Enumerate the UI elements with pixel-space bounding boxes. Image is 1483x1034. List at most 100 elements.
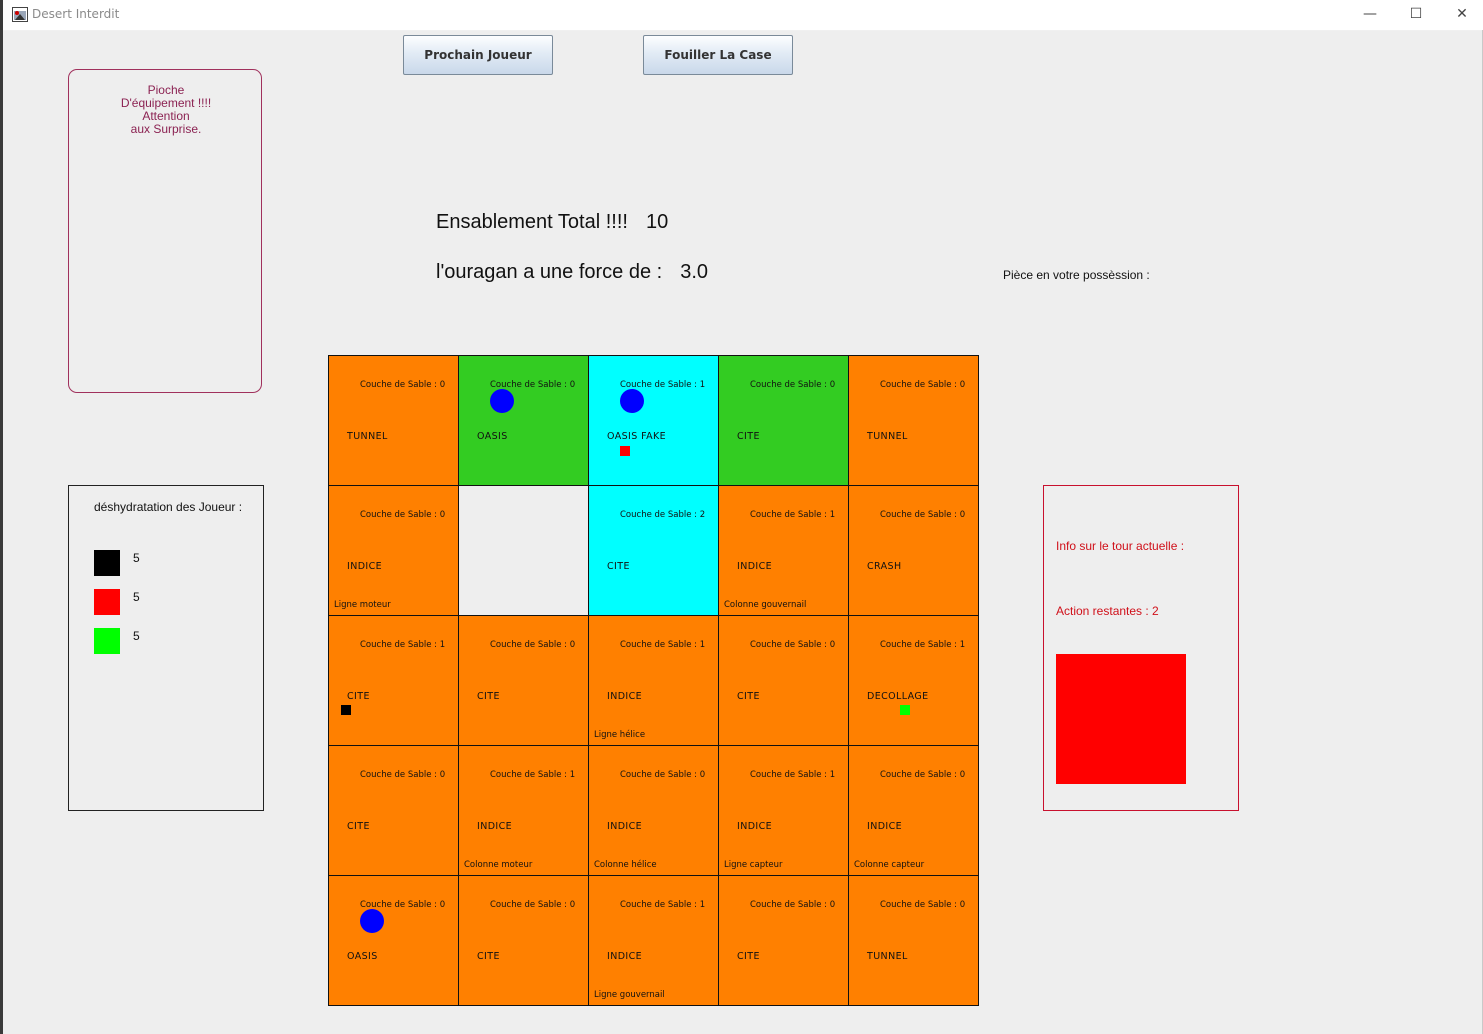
player-color-swatch: [94, 589, 120, 615]
board-tile[interactable]: Couche de Sable : 0 INDICE Colonne hélice: [589, 746, 719, 876]
total-sand-status: Ensablement Total !!!! 10: [436, 211, 668, 234]
board-tile[interactable]: Couche de Sable : 1 OASIS FAKE: [589, 356, 719, 486]
tile-type: INDICE: [867, 821, 903, 832]
tile-type: TUNNEL: [867, 431, 908, 442]
dehydration-panel: déshydratation des Joueur : 5 5 5: [68, 485, 264, 811]
board-tile[interactable]: Couche de Sable : 1 CITE: [329, 616, 459, 746]
tile-type: CITE: [737, 951, 760, 962]
board-tile[interactable]: Couche de Sable : 0 CITE: [329, 746, 459, 876]
tile-type: CITE: [477, 951, 500, 962]
tile-type: TUNNEL: [867, 951, 908, 962]
board-tile[interactable]: Couche de Sable : 1 INDICE Colonne gouvern…: [719, 486, 849, 616]
tile-sand-layers: Couche de Sable : 1: [880, 640, 966, 650]
board-tile[interactable]: Couche de Sable : 2 CITE: [589, 486, 719, 616]
tile-sand-layers: Couche de Sable : 0: [360, 380, 446, 390]
tile-sand-layers: Couche de Sable : 0: [620, 770, 706, 780]
maximize-button[interactable]: ☐: [1393, 0, 1439, 30]
storm-strength-value: 3.0: [680, 261, 709, 283]
tile-piece-hint: Ligne moteur: [334, 600, 391, 610]
tile-type: CITE: [477, 691, 500, 702]
window-left-edge: [0, 0, 3, 1034]
storm-strength-label: l'ouragan a une force de :: [436, 261, 663, 283]
tile-sand-layers: Couche de Sable : 0: [880, 510, 966, 520]
tile-type: DECOLLAGE: [867, 691, 929, 702]
tile-type: CITE: [737, 691, 760, 702]
tile-piece-hint: Colonne capteur: [854, 860, 925, 870]
tile-type: OASIS FAKE: [607, 431, 667, 442]
tile-piece-hint: Colonne gouvernail: [724, 600, 807, 610]
player-water-value: 5: [133, 551, 140, 565]
tile-type: OASIS: [347, 951, 378, 962]
board-tile[interactable]: Couche de Sable : 0 CITE: [719, 876, 849, 1006]
tile-sand-layers: Couche de Sable : 0: [880, 770, 966, 780]
tile-sand-layers: Couche de Sable : 2: [620, 510, 706, 520]
player-dehydration-row: 5: [94, 550, 244, 576]
board-tile[interactable]: Couche de Sable : 0 CITE: [719, 356, 849, 486]
board-tile[interactable]: Couche de Sable : 1 DECOLLAGE: [849, 616, 979, 746]
game-board: Couche de Sable : 0 TUNNEL Couche de Sable…: [328, 355, 979, 1006]
board-tile[interactable]: Couche de Sable : 1 INDICE Colonne moteur: [459, 746, 589, 876]
player-pawn: [900, 705, 910, 715]
search-tile-button[interactable]: Fouiller La Case: [643, 35, 793, 75]
turn-info-panel: Info sur le tour actuelle : Action resta…: [1043, 485, 1239, 811]
tile-type: INDICE: [607, 821, 643, 832]
title-bar: Desert Interdit — ☐ ✕: [3, 0, 1483, 31]
board-tile[interactable]: Couche de Sable : 0 CRASH: [849, 486, 979, 616]
tile-sand-layers: Couche de Sable : 0: [880, 380, 966, 390]
equipment-card-panel[interactable]: Pioche D'équipement !!!! Attention aux S…: [68, 69, 262, 393]
player-color-swatch: [94, 628, 120, 654]
tile-sand-layers: Couche de Sable : 0: [880, 900, 966, 910]
tile-piece-hint: Colonne hélice: [594, 860, 657, 870]
storm-strength-status: l'ouragan a une force de : 3.0: [436, 261, 708, 284]
player-dehydration-row: 5: [94, 628, 244, 654]
tile-sand-layers: Couche de Sable : 1: [620, 900, 706, 910]
tile-sand-layers: Couche de Sable : 0: [360, 510, 446, 520]
tile-type: INDICE: [477, 821, 513, 832]
tile-piece-hint: Ligne hélice: [594, 730, 646, 740]
tile-type: INDICE: [607, 691, 643, 702]
board-tile[interactable]: Couche de Sable : 0 OASIS: [329, 876, 459, 1006]
board-tile[interactable]: Couche de Sable : 1 INDICE Ligne gouvernai…: [589, 876, 719, 1006]
board-tile[interactable]: Couche de Sable : 0 CITE: [459, 616, 589, 746]
board-tile[interactable]: Couche de Sable : 1 INDICE Ligne capteur: [719, 746, 849, 876]
player-pawn: [620, 446, 630, 456]
board-tile[interactable]: Couche de Sable : 0 TUNNEL: [849, 356, 979, 486]
minimize-button[interactable]: —: [1347, 0, 1393, 30]
tile-type: TUNNEL: [347, 431, 388, 442]
tile-sand-layers: Couche de Sable : 1: [360, 640, 446, 650]
board-tile[interactable]: Couche de Sable : 0 CITE: [719, 616, 849, 746]
tile-sand-layers: Couche de Sable : 0: [750, 380, 836, 390]
tile-type: CITE: [737, 431, 760, 442]
tile-sand-layers: Couche de Sable : 1: [490, 770, 576, 780]
tile-sand-layers: Couche de Sable : 1: [750, 510, 836, 520]
equipment-card-text: Pioche D'équipement !!!! Attention aux S…: [69, 84, 263, 136]
player-water-value: 5: [133, 629, 140, 643]
tile-piece-hint: Colonne moteur: [464, 860, 533, 870]
tile-type: INDICE: [347, 561, 383, 572]
board-tile[interactable]: [459, 486, 589, 616]
player-water-value: 5: [133, 590, 140, 604]
tile-sand-layers: Couche de Sable : 0: [490, 900, 576, 910]
tile-sand-layers: Couche de Sable : 0: [490, 640, 576, 650]
board-tile[interactable]: Couche de Sable : 0 INDICE Ligne moteur: [329, 486, 459, 616]
board-tile[interactable]: Couche de Sable : 0 CITE: [459, 876, 589, 1006]
water-token: [620, 389, 644, 413]
tile-piece-hint: Ligne gouvernail: [594, 990, 665, 1000]
board-tile[interactable]: Couche de Sable : 0 INDICE Colonne capteur: [849, 746, 979, 876]
window-title: Desert Interdit: [32, 7, 120, 21]
water-token: [360, 909, 384, 933]
tile-piece-hint: Ligne capteur: [724, 860, 783, 870]
tile-type: INDICE: [737, 821, 773, 832]
board-tile[interactable]: Couche de Sable : 1 INDICE Ligne hélice: [589, 616, 719, 746]
tile-sand-layers: Couche de Sable : 0: [750, 900, 836, 910]
board-tile[interactable]: Couche de Sable : 0 TUNNEL: [849, 876, 979, 1006]
board-tile[interactable]: Couche de Sable : 0 TUNNEL: [329, 356, 459, 486]
board-tile[interactable]: Couche de Sable : 0 OASIS: [459, 356, 589, 486]
next-player-button[interactable]: Prochain Joueur: [403, 35, 553, 75]
owned-pieces-label: Pièce en votre possèssion :: [1003, 268, 1150, 282]
total-sand-value: 10: [645, 211, 669, 233]
tile-type: INDICE: [607, 951, 643, 962]
close-button[interactable]: ✕: [1439, 0, 1483, 30]
tile-type: CITE: [347, 821, 370, 832]
dehydration-title: déshydratation des Joueur :: [94, 500, 243, 514]
